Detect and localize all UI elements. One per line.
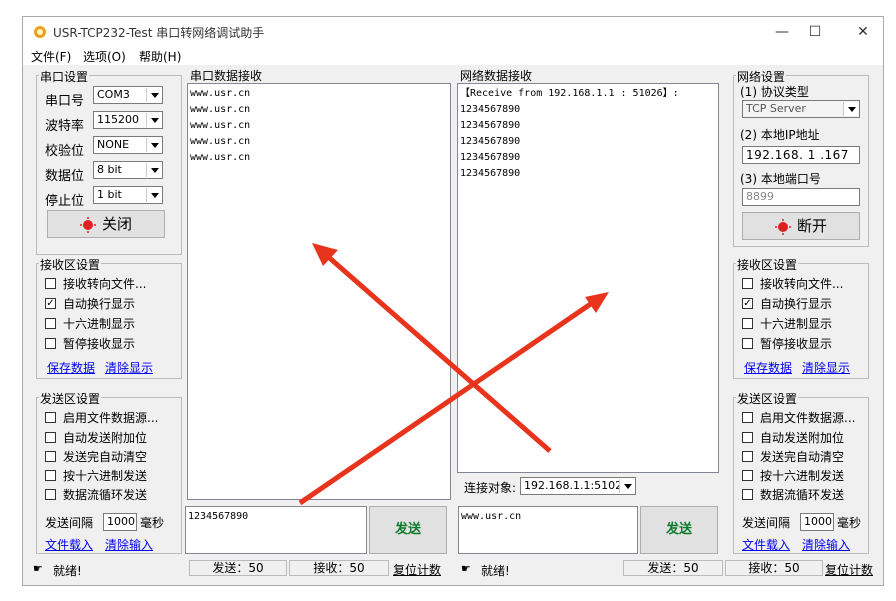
annotation-arrows <box>298 243 609 506</box>
annotation-arrow-2 <box>298 298 597 506</box>
